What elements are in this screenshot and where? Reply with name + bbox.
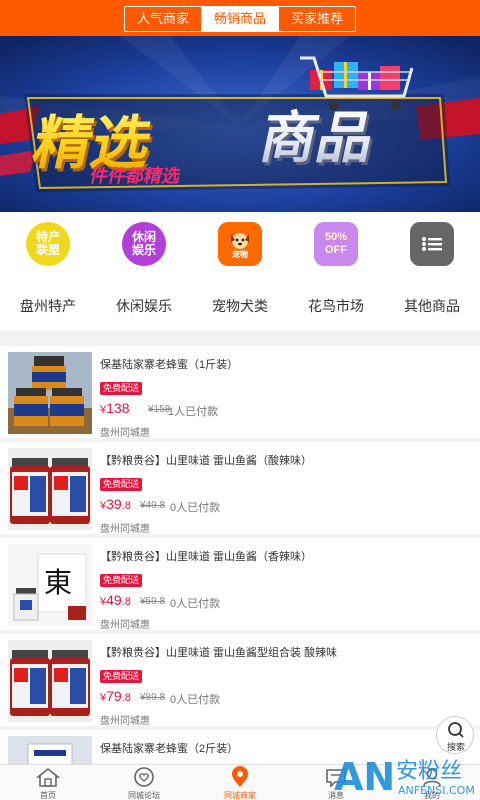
search-button[interactable]: 搜索 bbox=[436, 716, 474, 754]
original-price: ¥89.8 bbox=[140, 692, 166, 703]
product-image-fish-sauce-box: 東 bbox=[8, 544, 92, 626]
product-image-honey bbox=[8, 352, 92, 434]
category-grid: 特产 联盟 盘州特产 休闲 娱乐 休闲娱乐 宠物 宠物犬类 50% OFF 花鸟… bbox=[0, 212, 480, 330]
nav-label: 同城论坛 bbox=[128, 791, 160, 800]
product-item[interactable]: 保基陆家寨老蜂蜜（1斤装） 免费配送 ¥138 ¥158 1人已付款 盘州同城惠 bbox=[0, 346, 480, 439]
heart-chat-icon bbox=[134, 767, 154, 787]
product-image-fish-sauce-combo bbox=[8, 640, 92, 722]
product-price: ¥49.8 bbox=[100, 592, 131, 608]
product-item[interactable]: 【黔粮贵谷】山里味道 雷山鱼酱型组合装 酸辣味 免费配送 ¥79.8 ¥89.8… bbox=[0, 634, 480, 727]
discount-icon: 50% OFF bbox=[314, 222, 358, 266]
nav-home[interactable]: 首页 bbox=[0, 765, 96, 800]
segmented-tabs: 人气商家 畅销商品 买家推荐 bbox=[124, 6, 356, 32]
list-icon bbox=[410, 222, 454, 266]
category-label: 宠物犬类 bbox=[212, 298, 268, 314]
product-title: 保基陆家寨老蜂蜜（1斤装） bbox=[100, 359, 239, 371]
product-title: 保基陆家寨老蜂蜜（2斤装） bbox=[100, 743, 239, 755]
category-pets[interactable]: 宠物 宠物犬类 bbox=[192, 212, 288, 330]
original-price: ¥49.8 bbox=[140, 500, 166, 511]
shop-name: 盘州同城惠 bbox=[100, 620, 150, 631]
category-flowers-birds[interactable]: 50% OFF 花鸟市场 bbox=[288, 212, 384, 330]
original-price: ¥59.8 bbox=[140, 596, 166, 607]
shop-name: 盘州同城惠 bbox=[100, 524, 150, 535]
banner-tagline: 件件都精选 bbox=[88, 165, 183, 187]
category-label: 花鸟市场 bbox=[308, 298, 364, 314]
free-delivery-badge: 免费配送 bbox=[100, 478, 143, 491]
tab-popular-merchants[interactable]: 人气商家 bbox=[125, 7, 202, 31]
promo-banner[interactable]: 精选 精选 商品 商品 件件都精选 bbox=[0, 36, 480, 212]
tab-buyer-recommend[interactable]: 买家推荐 bbox=[279, 7, 355, 31]
banner-headline-part2: 商品 bbox=[254, 106, 380, 171]
product-item[interactable]: 【黔粮贵谷】山里味道 雷山鱼酱（酸辣味） 免费配送 ¥39.8 ¥49.8 0人… bbox=[0, 442, 480, 535]
pet-icon: 宠物 bbox=[218, 222, 262, 266]
free-delivery-badge: 免费配送 bbox=[100, 574, 143, 587]
product-title: 【黔粮贵谷】山里味道 雷山鱼酱型组合装 酸辣味 bbox=[100, 647, 338, 659]
watermark-url: ANFENSI.COM bbox=[398, 784, 475, 797]
leisure-icon: 休闲 娱乐 bbox=[122, 222, 166, 266]
category-other[interactable]: 其他商品 bbox=[384, 212, 480, 330]
svg-text:東: 東 bbox=[44, 566, 72, 599]
product-image-fish-sauce bbox=[8, 448, 92, 530]
location-icon bbox=[232, 766, 248, 787]
category-specialty[interactable]: 特产 联盟 盘州特产 bbox=[0, 212, 96, 330]
product-title: 【黔粮贵谷】山里味道 雷山鱼酱（酸辣味） bbox=[100, 455, 313, 467]
product-list: 保基陆家寨老蜂蜜（1斤装） 免费配送 ¥138 ¥158 1人已付款 盘州同城惠… bbox=[0, 338, 480, 764]
category-leisure[interactable]: 休闲 娱乐 休闲娱乐 bbox=[96, 212, 192, 330]
top-bar: 人气商家 畅销商品 买家推荐 bbox=[0, 0, 480, 36]
category-label: 其他商品 bbox=[404, 298, 460, 314]
category-label: 休闲娱乐 bbox=[116, 298, 172, 314]
nav-label: 同城商家 bbox=[224, 791, 256, 800]
nav-label: 首页 bbox=[40, 791, 56, 800]
watermark-cn: 安粉丝 bbox=[396, 759, 462, 784]
sold-count: 0人已付款 bbox=[170, 694, 221, 706]
product-price: ¥79.8 bbox=[100, 688, 131, 704]
sold-count: 0人已付款 bbox=[170, 502, 221, 514]
category-label: 盘州特产 bbox=[20, 298, 76, 314]
watermark-letters: AN bbox=[334, 755, 395, 799]
home-icon bbox=[35, 767, 61, 787]
nav-merchants[interactable]: 同城商家 bbox=[192, 765, 288, 800]
shop-name: 盘州同城惠 bbox=[100, 428, 150, 439]
product-price: ¥138 bbox=[100, 400, 130, 416]
search-icon bbox=[448, 722, 464, 738]
product-price: ¥39.8 bbox=[100, 496, 131, 512]
sold-count: 0人已付款 bbox=[170, 598, 221, 610]
tab-best-selling[interactable]: 畅销商品 bbox=[202, 7, 279, 31]
nav-forum[interactable]: 同城论坛 bbox=[96, 765, 192, 800]
dog-face-icon bbox=[231, 232, 249, 249]
watermark-logo: AN 安粉丝 ANFENSI.COM bbox=[334, 750, 480, 800]
free-delivery-badge: 免费配送 bbox=[100, 382, 143, 395]
shop-name: 盘州同城惠 bbox=[100, 716, 150, 727]
product-item[interactable]: 東 【黔粮贵谷】山里味道 雷山鱼酱（香辣味） 免费配送 ¥49.8 ¥59.8 … bbox=[0, 538, 480, 631]
product-image-honey-2 bbox=[8, 736, 92, 764]
product-title: 【黔粮贵谷】山里味道 雷山鱼酱（香辣味） bbox=[100, 551, 313, 563]
specialty-icon: 特产 联盟 bbox=[26, 222, 70, 266]
sold-count: 1人已付款 bbox=[168, 406, 219, 418]
original-price: ¥158 bbox=[148, 404, 171, 415]
free-delivery-badge: 免费配送 bbox=[100, 670, 143, 683]
banner-graphic: 精选 精选 商品 商品 件件都精选 bbox=[0, 36, 480, 212]
